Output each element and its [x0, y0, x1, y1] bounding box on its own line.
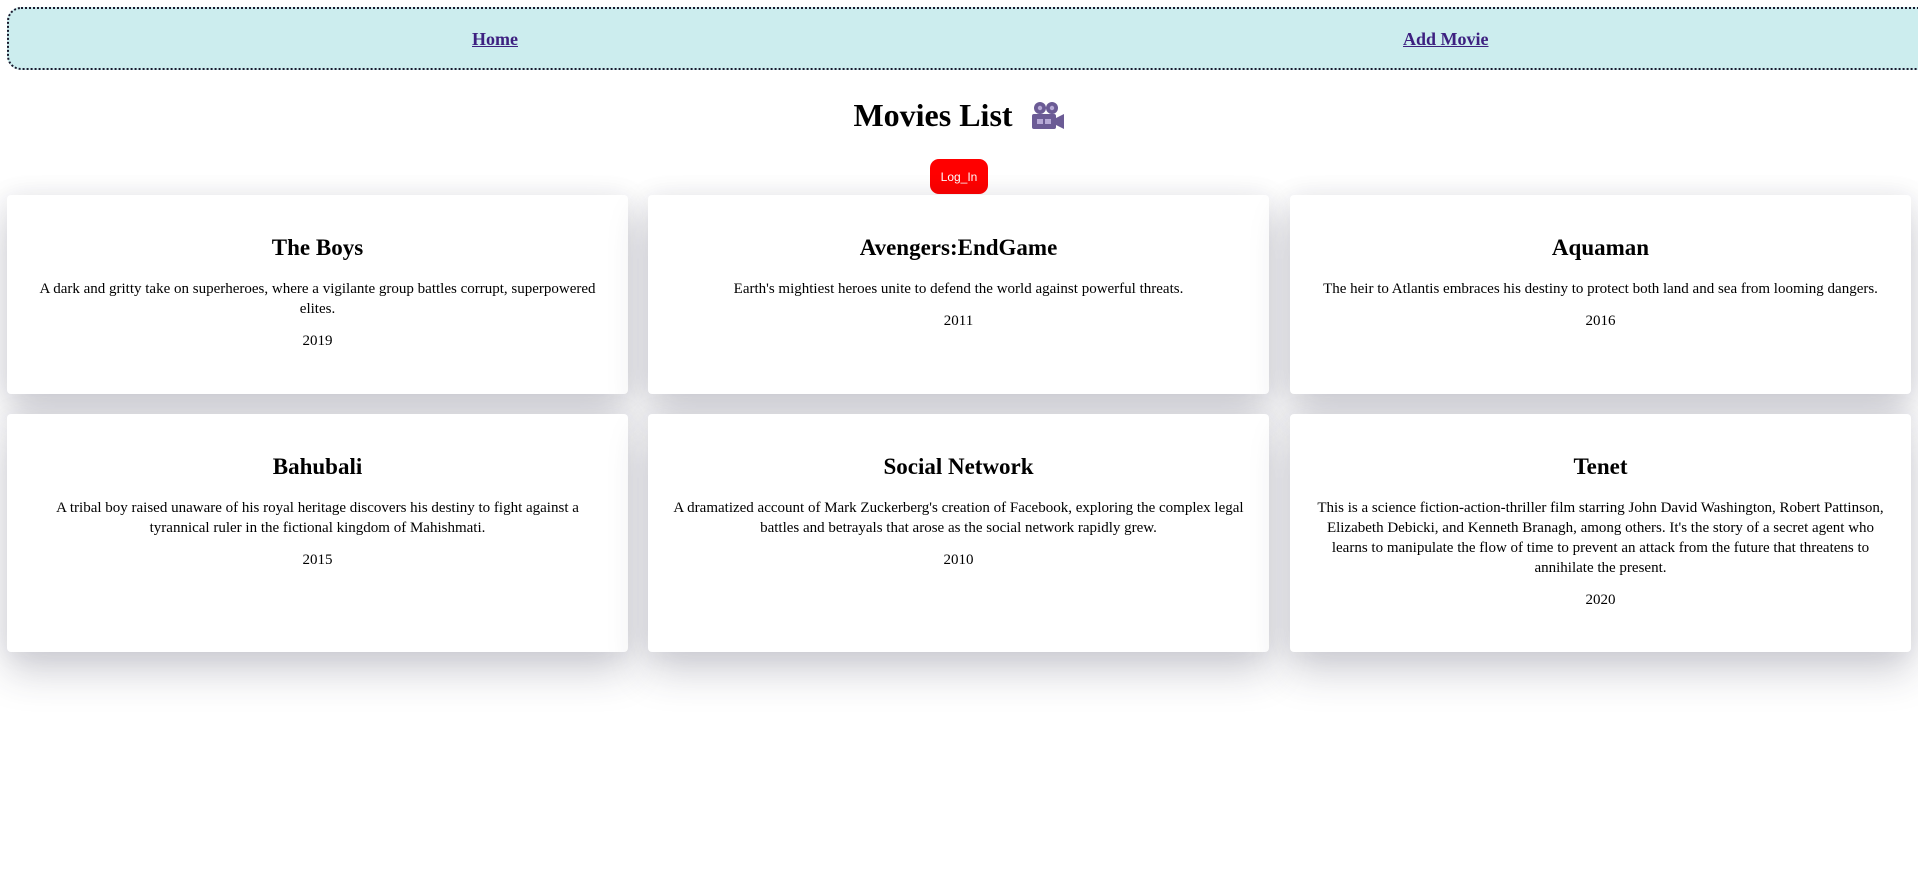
movie-card: Avengers:EndGame Earth's mightiest heroe…: [648, 195, 1269, 394]
movie-title: Avengers:EndGame: [859, 235, 1058, 260]
movie-card: Social Network A dramatized account of M…: [648, 414, 1269, 652]
movie-title: Bahubali: [272, 454, 363, 479]
page-title: Movies List: [853, 97, 1013, 133]
nav-add-movie-link[interactable]: Add Movie: [1403, 29, 1489, 50]
movie-title: Social Network: [883, 454, 1034, 479]
movie-title: Aquaman: [1551, 235, 1650, 260]
movie-description: A tribal boy raised unaware of his royal…: [56, 500, 579, 536]
movie-description: A dark and gritty take on superheroes, w…: [39, 281, 596, 317]
movie-year: 2010: [943, 552, 974, 568]
login-button[interactable]: Log_In: [930, 159, 988, 194]
movie-camera-icon: [1031, 101, 1064, 129]
movie-description: A dramatized account of Mark Zuckerberg'…: [673, 500, 1244, 536]
movie-year: 2015: [302, 552, 333, 568]
nav-home-link[interactable]: Home: [472, 29, 518, 50]
movie-year: 2016: [1585, 313, 1616, 329]
movie-description: Earth's mightiest heroes unite to defend…: [733, 281, 1184, 297]
movie-description: The heir to Atlantis embraces his destin…: [1323, 281, 1878, 297]
movie-card: The Boys A dark and gritty take on super…: [7, 195, 628, 394]
top-navbar: Home Add Movie: [7, 7, 1918, 70]
movie-description: This is a science fiction-action-thrille…: [1317, 500, 1884, 576]
movie-card: Bahubali A tribal boy raised unaware of …: [7, 414, 628, 652]
movie-year: 2011: [943, 313, 974, 329]
page-heading: Movies List: [0, 97, 1918, 134]
movie-title: The Boys: [271, 235, 364, 260]
movie-card: Aquaman The heir to Atlantis embraces hi…: [1290, 195, 1911, 394]
movie-year: 2020: [1585, 592, 1616, 608]
movie-card: Tenet This is a science fiction-action-t…: [1290, 414, 1911, 652]
movie-title: Tenet: [1573, 454, 1628, 479]
movie-year: 2019: [302, 333, 333, 349]
